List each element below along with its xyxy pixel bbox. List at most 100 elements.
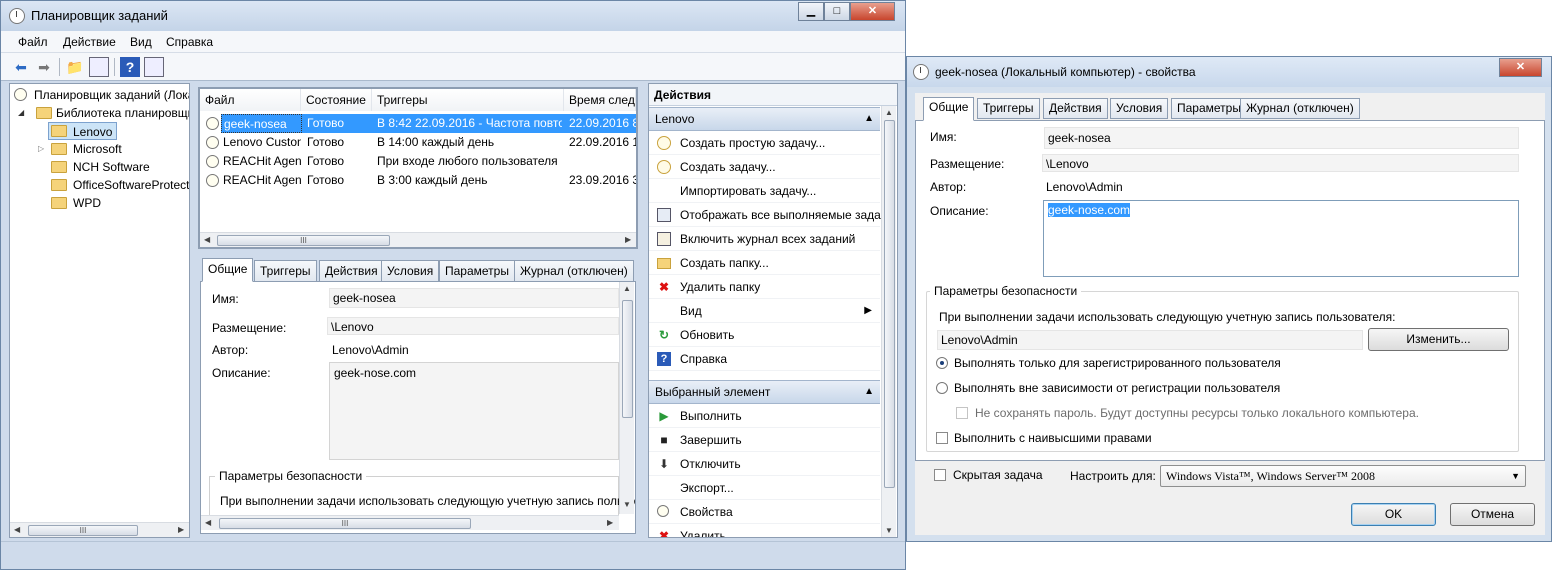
menu-action[interactable]: Действие: [63, 35, 116, 49]
scroll-thumb[interactable]: III: [217, 235, 390, 246]
scroll-thumb[interactable]: [884, 120, 895, 488]
configure-for-select[interactable]: Windows Vista™, Windows Server™ 2008 ▼: [1160, 465, 1526, 487]
collapse-arrow-icon[interactable]: ▲: [864, 108, 874, 130]
action-delete-folder[interactable]: ✖ Удалить папку: [649, 275, 880, 299]
table-row[interactable]: REACHit Agent Готово В 3:00 каждый день …: [202, 171, 636, 190]
description-field[interactable]: geek-nose.com: [1043, 200, 1519, 277]
detail-horizontal-scrollbar[interactable]: ◀ III ▶: [201, 515, 619, 530]
action-new-folder[interactable]: Создать папку...: [649, 251, 880, 275]
tab-history[interactable]: Журнал (отключен): [514, 260, 634, 282]
tab-general[interactable]: Общие: [202, 258, 254, 282]
tab-settings[interactable]: Параметры: [439, 260, 515, 282]
task-list-horizontal-scrollbar[interactable]: ◀ III ▶: [200, 232, 636, 247]
column-header-state[interactable]: Состояние: [301, 89, 372, 111]
detail-vertical-scrollbar[interactable]: ▲ ▼: [619, 282, 634, 514]
column-header-next-run[interactable]: Время следующего запуска: [564, 89, 636, 111]
table-row[interactable]: REACHit Agent Готово При входе любого по…: [202, 152, 636, 171]
tab-history[interactable]: Журнал (отключен): [1240, 98, 1360, 119]
forward-arrow-icon[interactable]: ➡: [34, 57, 54, 77]
dialog-title-bar[interactable]: geek-nosea (Локальный компьютер) - свойс…: [907, 57, 1551, 87]
scroll-right-icon[interactable]: ▶: [178, 525, 184, 534]
name-field[interactable]: geek-nosea: [329, 288, 619, 308]
menu-help[interactable]: Справка: [166, 35, 213, 49]
scroll-up-icon[interactable]: ▲: [885, 108, 893, 117]
checkbox-hidden-task[interactable]: [934, 469, 946, 481]
back-arrow-icon[interactable]: ⬅: [11, 57, 31, 77]
checkbox-hidden-task-label[interactable]: Скрытая задача: [953, 468, 1043, 482]
status-bar: [1, 541, 905, 569]
tab-settings[interactable]: Параметры: [1171, 98, 1247, 119]
tab-actions[interactable]: Действия: [1043, 98, 1108, 119]
new-folder-icon: [657, 258, 671, 269]
name-field[interactable]: geek-nosea: [1044, 127, 1519, 149]
actions-section-lenovo[interactable]: Lenovo ▲: [649, 107, 880, 131]
table-row[interactable]: Lenovo Customer Feedback Готово В 14:00 …: [202, 133, 636, 152]
checkbox-highest-privileges[interactable]: [936, 432, 948, 444]
show-action-pane-icon[interactable]: [144, 57, 164, 77]
actions-section-selected-item[interactable]: Выбранный элемент ▲: [649, 380, 880, 404]
action-end[interactable]: ■ Завершить: [649, 428, 880, 452]
ok-button[interactable]: OK: [1351, 503, 1436, 526]
collapsed-arrow-icon[interactable]: ▷: [38, 140, 44, 158]
action-properties[interactable]: Свойства: [649, 500, 880, 524]
scroll-up-icon[interactable]: ▲: [623, 284, 631, 293]
checkbox-do-not-store-password[interactable]: [956, 407, 968, 419]
menu-view[interactable]: Вид: [130, 35, 152, 49]
scroll-thumb[interactable]: [622, 300, 633, 418]
scroll-left-icon[interactable]: ◀: [204, 235, 210, 244]
column-header-name[interactable]: Файл: [200, 89, 301, 111]
title-bar[interactable]: Планировщик заданий ▁ □ ✕: [1, 1, 905, 31]
show-tree-icon[interactable]: [89, 57, 109, 77]
column-header-triggers[interactable]: Триггеры: [372, 89, 564, 111]
expanded-arrow-icon[interactable]: ◢: [18, 104, 24, 122]
action-run[interactable]: ▶ Выполнить: [649, 404, 880, 428]
action-create-basic-task[interactable]: Создать простую задачу...: [649, 131, 880, 155]
radio-only-when-logged-on-label[interactable]: Выполнять только для зарегистрированного…: [954, 356, 1281, 370]
action-export[interactable]: Экспорт...: [649, 476, 880, 500]
action-enable-history[interactable]: Включить журнал всех заданий: [649, 227, 880, 251]
scroll-thumb[interactable]: III: [28, 525, 138, 536]
scroll-left-icon[interactable]: ◀: [14, 525, 20, 534]
scroll-left-icon[interactable]: ◀: [205, 518, 211, 527]
action-show-running-tasks[interactable]: Отображать все выполняемые задачи: [649, 203, 894, 227]
up-folder-icon[interactable]: 📁: [65, 57, 85, 77]
description-field[interactable]: geek-nose.com: [329, 362, 619, 460]
dialog-title: geek-nosea (Локальный компьютер) - свойс…: [935, 65, 1196, 79]
help-icon[interactable]: ?: [120, 57, 140, 77]
radio-whether-logged-on-or-not[interactable]: [936, 382, 948, 394]
scroll-down-icon[interactable]: ▼: [623, 500, 631, 509]
tab-conditions[interactable]: Условия: [1110, 98, 1169, 119]
action-view-submenu[interactable]: Вид ▶: [649, 299, 880, 323]
tree-folder-lenovo[interactable]: Lenovo: [48, 122, 117, 140]
scroll-down-icon[interactable]: ▼: [885, 526, 893, 535]
dialog-close-button[interactable]: ✕: [1499, 58, 1542, 77]
collapse-arrow-icon[interactable]: ▲: [864, 381, 874, 403]
cancel-button[interactable]: Отмена: [1450, 503, 1535, 526]
tab-triggers[interactable]: Триггеры: [254, 260, 317, 282]
checkbox-highest-privileges-label[interactable]: Выполнить с наивысшими правами: [954, 431, 1152, 445]
tab-triggers[interactable]: Триггеры: [977, 98, 1040, 119]
maximize-button[interactable]: □: [824, 2, 850, 21]
tab-conditions[interactable]: Условия: [381, 260, 440, 282]
menu-file[interactable]: Файл: [18, 35, 48, 49]
tree-horizontal-scrollbar[interactable]: ◀ III ▶: [10, 522, 189, 537]
action-disable[interactable]: ⬇ Отключить: [649, 452, 880, 476]
action-delete[interactable]: ✖ Удалить: [649, 524, 880, 537]
action-refresh[interactable]: ↻ Обновить: [649, 323, 880, 347]
tab-actions[interactable]: Действия: [319, 260, 384, 282]
location-label: Размещение:: [212, 321, 287, 335]
scroll-thumb[interactable]: III: [219, 518, 471, 529]
change-user-button[interactable]: Изменить...: [1368, 328, 1509, 351]
tab-general[interactable]: Общие: [923, 97, 975, 121]
actions-vertical-scrollbar[interactable]: ▲ ▼: [881, 106, 896, 537]
table-row[interactable]: geek-nosea Готово В 8:42 22.09.2016 - Ча…: [202, 114, 636, 133]
scroll-right-icon[interactable]: ▶: [607, 518, 613, 527]
minimize-button[interactable]: ▁: [798, 2, 824, 21]
radio-only-when-logged-on[interactable]: [936, 357, 948, 369]
close-button[interactable]: ✕: [850, 2, 895, 21]
action-create-task[interactable]: Создать задачу...: [649, 155, 880, 179]
action-help[interactable]: ? Справка: [649, 347, 880, 371]
action-import-task[interactable]: Импортировать задачу...: [649, 179, 880, 203]
scroll-right-icon[interactable]: ▶: [625, 235, 631, 244]
radio-whether-logged-on-label[interactable]: Выполнять вне зависимости от регистрации…: [954, 381, 1280, 395]
